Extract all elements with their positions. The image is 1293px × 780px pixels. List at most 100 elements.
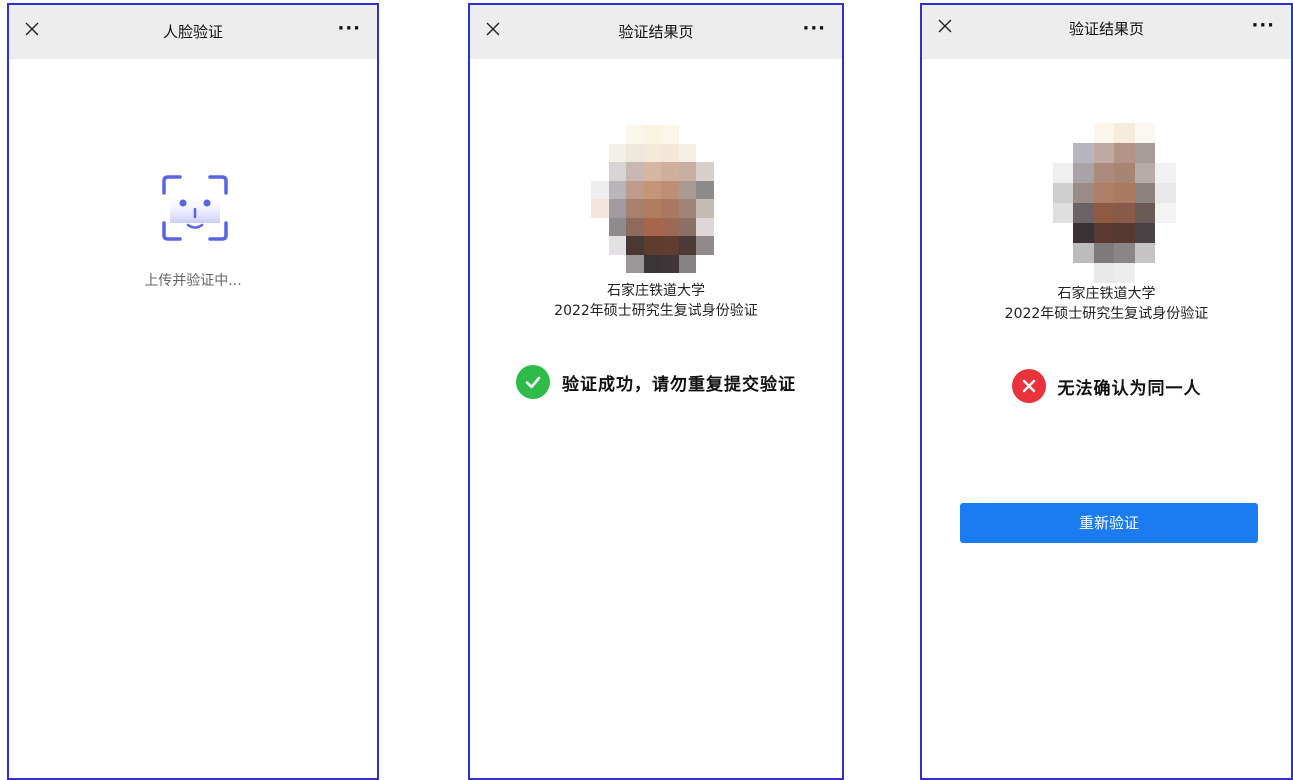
avatar-pixel: [1032, 163, 1053, 183]
avatar-pixel: [591, 254, 609, 273]
avatar-pixel: [1114, 223, 1135, 243]
more-icon[interactable]: ···: [1251, 15, 1275, 36]
avatar-pixel: [713, 162, 731, 181]
avatar-pixel: [1175, 183, 1196, 203]
avatar-pixel: [661, 162, 679, 181]
avatar-pixel: [1155, 243, 1176, 263]
avatar-pixel: [1134, 243, 1155, 263]
avatar-pixel: [1073, 263, 1094, 283]
avatar-pixel: [1134, 263, 1155, 283]
avatar-pixel: [661, 125, 679, 144]
more-icon[interactable]: ···: [337, 18, 361, 39]
x-circle-icon: [1011, 369, 1046, 403]
avatar-pixel: [1093, 223, 1114, 243]
avatar-pixel: [1134, 223, 1155, 243]
avatar-pixel: [1155, 143, 1176, 163]
avatar-pixel: [1052, 143, 1073, 163]
more-icon[interactable]: ···: [802, 18, 826, 39]
top-bar: 验证结果页 ···: [922, 5, 1291, 59]
avatar-pixel: [608, 254, 626, 273]
avatar-pixel: [1175, 203, 1196, 223]
retry-verify-button[interactable]: 重新验证: [960, 503, 1258, 543]
avatar-pixel: [626, 125, 644, 144]
page-title: 人脸验证: [162, 23, 223, 41]
avatar-pixel: [1093, 243, 1114, 263]
result-message: 验证成功，请勿重复提交验证: [562, 374, 796, 395]
avatar-pixel: [678, 236, 696, 255]
avatar: [1032, 123, 1196, 283]
avatar-pixel: [696, 162, 714, 181]
avatar-pixel: [713, 199, 731, 218]
avatar-pixel: [696, 217, 714, 236]
avatar-pixel: [1175, 143, 1196, 163]
avatar-pixel: [1114, 203, 1135, 223]
avatar-pixel: [1134, 203, 1155, 223]
avatar-pixel: [1155, 203, 1176, 223]
avatar-pixel: [1073, 183, 1094, 203]
page-title: 验证结果页: [1068, 20, 1144, 38]
avatar-pixel: [713, 125, 731, 144]
avatar-pixel: [643, 162, 661, 181]
avatar-pixel: [1134, 163, 1155, 183]
avatar-pixel: [678, 199, 696, 218]
avatar-pixel: [1093, 143, 1114, 163]
avatar-pixel: [626, 217, 644, 236]
avatar-pixel: [626, 236, 644, 255]
avatar-pixel: [1114, 143, 1135, 163]
avatar-pixel: [1052, 263, 1073, 283]
avatar-pixel: [1032, 203, 1053, 223]
page-title: 验证结果页: [618, 23, 694, 41]
avatar-pixel: [626, 143, 644, 162]
avatar-pixel: [713, 180, 731, 199]
avatar-pixel: [678, 143, 696, 162]
avatar-pixel: [1052, 243, 1073, 263]
avatar-pixel: [696, 236, 714, 255]
avatar-pixel: [1114, 263, 1135, 283]
avatar-pixel: [591, 199, 609, 218]
avatar-pixel: [1073, 163, 1094, 183]
avatar-pixel: [678, 217, 696, 236]
avatar-pixel: [1175, 123, 1196, 143]
avatar-pixel: [608, 180, 626, 199]
avatar-pixel: [1175, 263, 1196, 283]
avatar-pixel: [608, 143, 626, 162]
avatar-pixel: [1052, 123, 1073, 143]
avatar-pixel: [1134, 183, 1155, 203]
result-row: 无法确认为同一人: [922, 369, 1291, 403]
avatar-pixel: [1032, 183, 1053, 203]
avatar-pixel: [626, 162, 644, 181]
avatar-pixel: [1114, 243, 1135, 263]
avatar-pixel: [591, 180, 609, 199]
avatar-pixel: [643, 217, 661, 236]
avatar-pixel: [1052, 163, 1073, 183]
avatar-pixel: [643, 236, 661, 255]
avatar-pixel: [1093, 183, 1114, 203]
verify-success-screen: 验证结果页 ··· 石家庄铁道大学 2022年硕士研究生复试身份验证 验证成功，…: [468, 3, 844, 780]
avatar-pixel: [713, 236, 731, 255]
avatar-pixel: [661, 180, 679, 199]
avatar-pixel: [1175, 243, 1196, 263]
avatar-pixel: [661, 254, 679, 273]
avatar-pixel: [1093, 263, 1114, 283]
upload-status-text: 上传并验证中...: [144, 273, 242, 289]
avatar-pixel: [678, 180, 696, 199]
avatar-pixel: [713, 143, 731, 162]
avatar-pixel: [1032, 123, 1053, 143]
avatar-pixel: [643, 143, 661, 162]
avatar-pixel: [696, 180, 714, 199]
avatar-pixel: [678, 254, 696, 273]
top-bar: 人脸验证 ···: [9, 5, 377, 59]
avatar: [591, 125, 731, 273]
avatar-pixel: [1175, 163, 1196, 183]
avatar-pixel: [696, 125, 714, 144]
verify-failure-screen: 验证结果页 ··· 石家庄铁道大学 2022年硕士研究生复试身份验证 无法确认为…: [920, 3, 1293, 780]
avatar-pixel: [1032, 243, 1053, 263]
avatar-pixel: [626, 199, 644, 218]
face-verify-screen: 人脸验证 ··· 上传并验证中...: [7, 3, 379, 780]
university-name: 石家庄铁道大学: [1057, 286, 1156, 302]
avatar-pixel: [696, 199, 714, 218]
avatar-pixel: [1134, 143, 1155, 163]
university-name: 石家庄铁道大学: [607, 283, 705, 299]
avatar-pixel: [1052, 203, 1073, 223]
top-bar: 验证结果页 ···: [470, 5, 842, 59]
